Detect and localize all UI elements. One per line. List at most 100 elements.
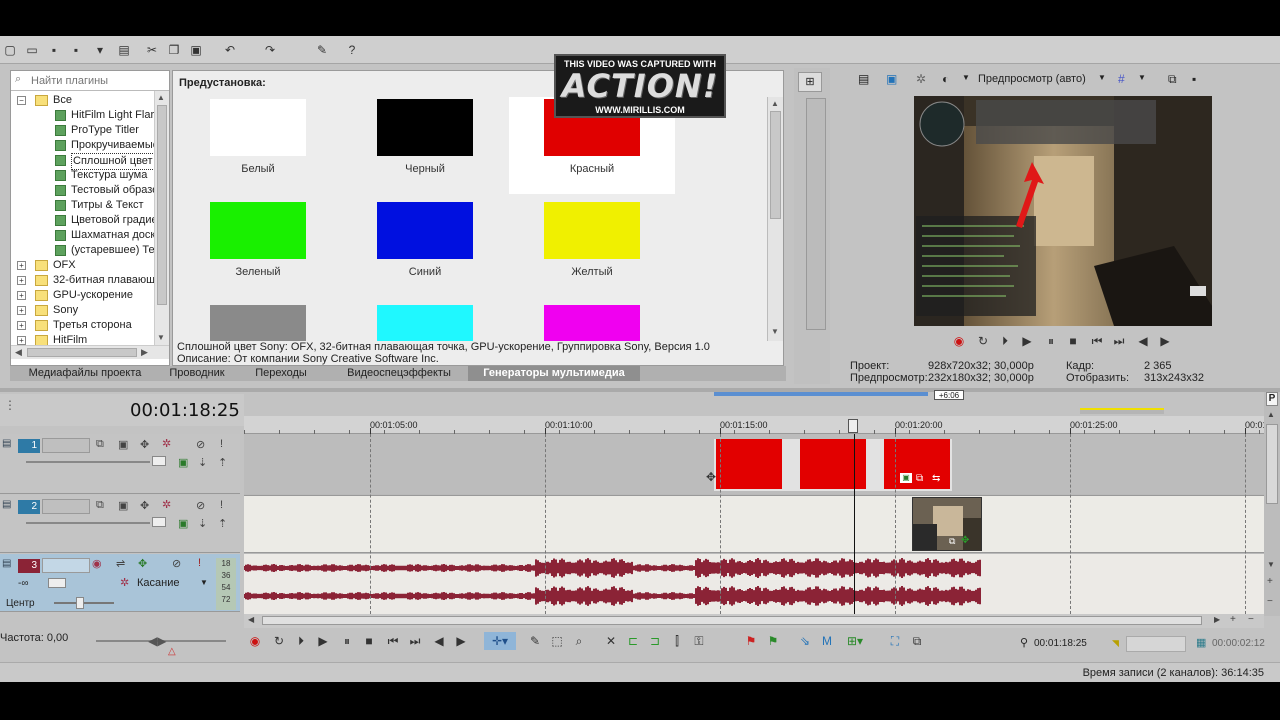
automation-gear-icon[interactable]: ✲ (120, 576, 129, 589)
tree-item[interactable]: +32-битная плавающая (11, 273, 154, 288)
event-generator-icon[interactable]: ⇆ (932, 473, 940, 484)
marker-bar[interactable] (1080, 408, 1164, 414)
presets-scroll-thumb[interactable] (770, 111, 781, 219)
chevron-down-icon[interactable]: ▼ (1098, 73, 1106, 82)
video-track-1-lane[interactable]: ▣ ⧉ ⇆ ✥ (244, 434, 1264, 494)
undo-icon[interactable]: ↶ (222, 42, 238, 58)
stop-icon[interactable]: ■ (1064, 332, 1082, 350)
tree-item[interactable]: − Все (11, 93, 154, 108)
properties-icon[interactable]: ▤ (116, 42, 132, 58)
generator-icon[interactable]: ▣ (178, 517, 188, 530)
automation-icon[interactable]: ⇣ (198, 456, 207, 469)
presets-scrollbar[interactable]: ▲ ▼ (767, 97, 783, 341)
collapse-icon[interactable]: − (17, 96, 26, 105)
event-fx-icon[interactable]: ▣ (900, 473, 912, 483)
selection-tool-icon[interactable]: ⬚ (548, 632, 566, 650)
mute-icon[interactable]: ⊘ (172, 557, 181, 570)
split-screen-icon[interactable]: ◐ (942, 72, 949, 86)
level-slider-thumb[interactable] (152, 456, 166, 466)
video-track-2-lane[interactable]: ⧉ ✥ (244, 495, 1264, 553)
tree-item[interactable]: Титры & Текст (11, 198, 154, 213)
tree-item[interactable]: + Третья сторона (11, 318, 154, 333)
tree-item[interactable]: HitFilm Light Flares (11, 108, 154, 123)
ignore-grouping-icon[interactable]: ⧉ (908, 632, 926, 650)
tree-hscroll-thumb[interactable] (27, 348, 137, 357)
solo-icon[interactable]: ! (220, 499, 223, 511)
track-expand-icon[interactable]: ▤ (2, 558, 11, 569)
prev-frame-icon[interactable]: ◀ (430, 632, 448, 650)
solid-color-event[interactable]: ▣ ⧉ ⇆ (714, 439, 952, 491)
save-snapshot-icon[interactable]: ▪ (1192, 72, 1196, 86)
automation-mode[interactable]: Касание (137, 577, 179, 589)
normal-edit-tool-icon[interactable]: ✛▾ (484, 632, 516, 650)
audio-track-3-lane[interactable] (244, 554, 1264, 614)
composite-icon[interactable]: ⧉ (96, 499, 104, 512)
current-time[interactable]: 00:01:18:25 (130, 400, 240, 421)
go-to-end-icon[interactable]: ⏭ (406, 632, 424, 650)
track-expand-icon[interactable]: ▤ (2, 499, 11, 510)
preset-tile[interactable]: Белый (175, 97, 341, 194)
tab-video-fx[interactable]: Видеоспецэффекты (330, 366, 468, 381)
tree-hscrollbar[interactable]: ◀ ▶ (11, 345, 169, 359)
chevron-down-icon[interactable]: ▼ (962, 73, 970, 82)
selection-field[interactable] (1126, 636, 1186, 652)
tree-scroll-thumb[interactable] (157, 105, 167, 305)
tree-item[interactable]: Прокручиваемые (11, 138, 154, 153)
tree-item[interactable]: Сплошной цвет (11, 153, 154, 170)
tree-item[interactable]: + GPU-ускорение (11, 288, 154, 303)
tree-item[interactable]: + Sony (11, 303, 154, 318)
zoom-in-icon[interactable]: + (1230, 614, 1236, 625)
compositing-mode-icon[interactable]: ✥ (140, 438, 149, 451)
playhead-handle[interactable] (848, 419, 858, 433)
zoom-out-icon[interactable]: − (1267, 596, 1273, 607)
track-name-field[interactable] (42, 558, 90, 573)
expand-icon[interactable]: + (17, 261, 26, 270)
tab-project-media[interactable]: Медиафайлы проекта (10, 366, 160, 381)
playhead[interactable] (854, 434, 855, 614)
mute-icon[interactable]: ⊘ (196, 438, 205, 451)
track-fx-icon[interactable]: ✲ (162, 498, 171, 511)
video-event-thumbnail[interactable]: ⧉ ✥ (912, 497, 982, 551)
tree-item[interactable]: ProType Titler (11, 123, 154, 138)
tree-item[interactable]: Тестовый образец (11, 183, 154, 198)
new-file-icon[interactable]: ▢ (2, 42, 18, 58)
pause-icon[interactable]: ⏸ (338, 632, 356, 650)
prev-frame-icon[interactable]: ◀ (1134, 332, 1152, 350)
record-icon[interactable]: ◉ (950, 332, 968, 350)
play-icon[interactable]: ▶ (1018, 332, 1036, 350)
level-slider-thumb[interactable] (152, 517, 166, 527)
scroll-up-icon[interactable]: ▲ (771, 99, 779, 108)
invert-phase-icon[interactable]: ⇌ (116, 557, 125, 570)
delete-icon[interactable]: ✕ (602, 632, 620, 650)
save-as-icon[interactable]: ▪ (68, 42, 84, 58)
track-fx-icon[interactable]: ✥ (138, 557, 147, 570)
tree-item[interactable]: + OFX (11, 258, 154, 273)
event-crop-icon[interactable]: ⧉ (949, 536, 955, 547)
go-to-start-icon[interactable]: ⏮ (1088, 332, 1106, 350)
tab-media-generators[interactable]: Генераторы мультимедиа (468, 366, 640, 381)
cut-icon[interactable]: ✂ (144, 42, 160, 58)
track-header-2[interactable]: ▤ 2 ⧉ ▣ ✥ ✲ ⊘ ! ▣ ⇣ ⇡ (0, 495, 240, 553)
preset-tile[interactable]: Зеленый (175, 194, 341, 297)
track-list-toggle-icon[interactable]: P (1266, 392, 1278, 406)
preview-quality-select[interactable]: Предпросмотр (авто) (978, 73, 1086, 85)
loop-icon[interactable]: ↻ (270, 632, 288, 650)
tree-item[interactable]: Шахматная доска (11, 228, 154, 243)
preset-tile[interactable] (509, 297, 675, 341)
solo-icon[interactable]: ! (220, 438, 223, 450)
motion-icon[interactable]: ▣ (118, 438, 128, 451)
loop-region-bar[interactable] (714, 392, 928, 396)
mute-icon[interactable]: ⊘ (196, 499, 205, 512)
trim-icon[interactable]: ✎ (314, 42, 330, 58)
event-crop-icon[interactable]: ⧉ (916, 473, 923, 484)
scroll-right-icon[interactable]: ▶ (141, 347, 148, 358)
tree-item[interactable]: + HitFilm (11, 333, 154, 345)
tree-item[interactable]: Цветовой градиент (11, 213, 154, 228)
play-from-start-icon[interactable]: ⏵ (292, 632, 310, 650)
tree-item[interactable]: Текстура шума (11, 168, 154, 183)
copy-snapshot-icon[interactable]: ⧉ (1168, 72, 1177, 87)
expand-icon[interactable]: + (17, 276, 26, 285)
level-slider-track[interactable] (26, 461, 150, 463)
preview-properties-icon[interactable]: ▤ (858, 72, 869, 86)
timeline-vscrollbar[interactable]: P ▲ ▼ + − (1264, 392, 1280, 616)
